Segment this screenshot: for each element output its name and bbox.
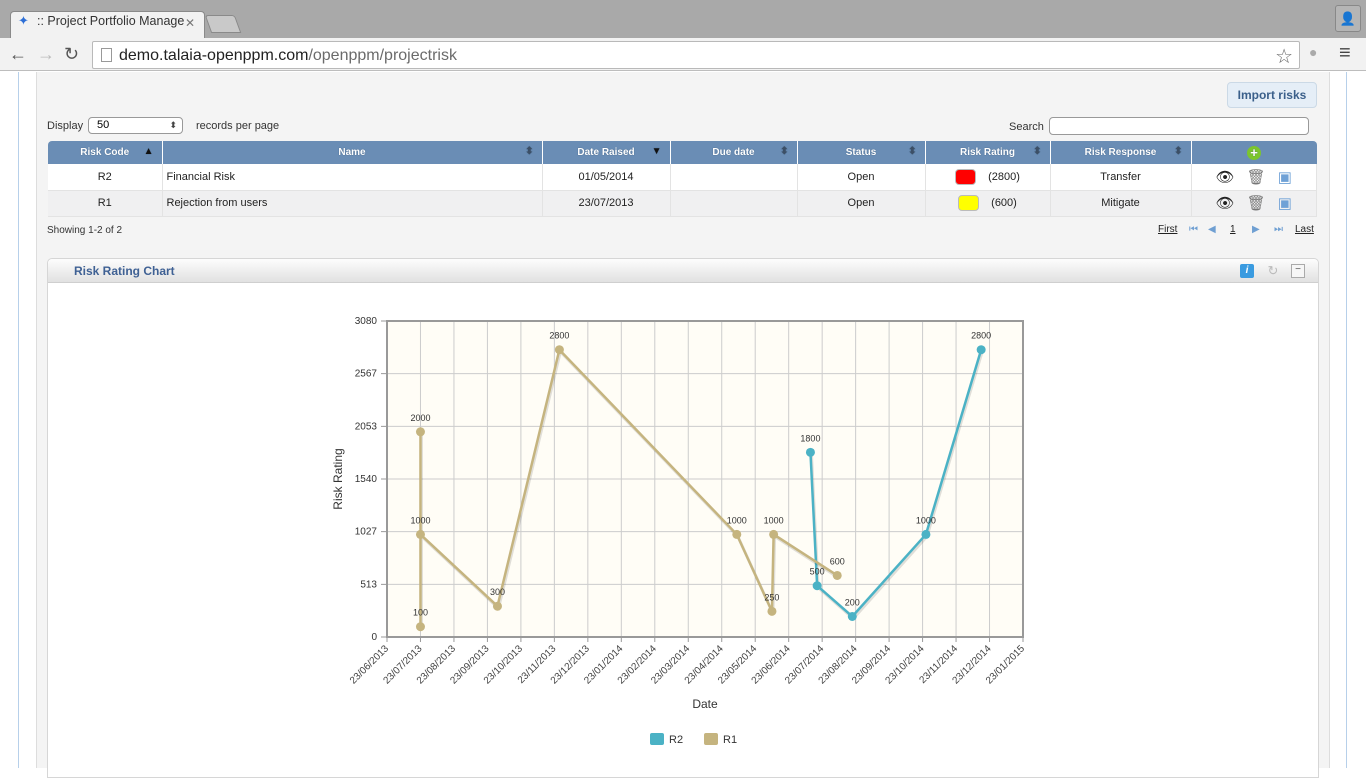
- data-point: [415, 427, 425, 437]
- data-label: 100: [413, 608, 428, 618]
- legend-swatch-R2: [650, 733, 664, 745]
- y-tick-label: 1540: [355, 474, 378, 485]
- data-label: 600: [830, 556, 845, 566]
- browser-toolbar: ← → ↻ demo.talaia-openppm.com/openppm/pr…: [0, 38, 1366, 71]
- browser-tabstrip: ✦ :: Project Portfolio Manage ✕ 👤: [0, 0, 1366, 39]
- data-label: 1800: [800, 433, 820, 443]
- page-icon: [101, 48, 112, 62]
- y-tick-label: 2567: [355, 369, 378, 380]
- data-point: [415, 622, 425, 632]
- reload-icon[interactable]: ↻: [64, 44, 79, 65]
- data-label: 300: [490, 587, 505, 597]
- tab-close-icon[interactable]: ✕: [185, 16, 195, 30]
- data-point: [921, 529, 931, 539]
- x-axis-label: Date: [692, 697, 718, 711]
- bookmark-star-icon[interactable]: ☆: [1275, 44, 1293, 69]
- legend-label-R2: R2: [669, 734, 683, 746]
- menu-icon[interactable]: ≡: [1339, 42, 1351, 65]
- data-point: [767, 606, 777, 616]
- legend-swatch-R1: [704, 733, 718, 745]
- tab-title: :: Project Portfolio Manage: [37, 14, 185, 28]
- data-point: [415, 529, 425, 539]
- y-tick-label: 513: [360, 579, 377, 590]
- data-point: [805, 447, 815, 457]
- back-icon[interactable]: ←: [9, 44, 27, 65]
- url-host: demo.talaia-openppm.com: [119, 47, 309, 64]
- legend-label-R1: R1: [723, 734, 737, 746]
- data-label: 2800: [971, 331, 991, 341]
- data-point: [769, 529, 779, 539]
- data-point: [832, 570, 842, 580]
- y-tick-label: 3080: [355, 316, 378, 327]
- data-label: 2000: [410, 413, 430, 423]
- y-axis-label: Risk Rating: [331, 448, 345, 509]
- data-point: [976, 345, 986, 355]
- y-tick-label: 2053: [355, 421, 378, 432]
- data-point: [732, 529, 742, 539]
- url-path: /openppm/projectrisk: [308, 47, 457, 64]
- data-point: [812, 581, 822, 591]
- data-label: 1000: [916, 515, 936, 525]
- y-tick-label: 0: [371, 632, 377, 643]
- openppm-logo-icon: ✦: [18, 13, 29, 28]
- data-label: 1000: [764, 515, 784, 525]
- data-point: [492, 601, 502, 611]
- data-label: 2800: [549, 331, 569, 341]
- forward-icon[interactable]: →: [37, 44, 55, 65]
- risk-rating-chart: 05131027154020532567308023/06/201323/07/…: [331, 316, 1027, 746]
- y-tick-label: 1027: [355, 527, 378, 538]
- data-point: [554, 345, 564, 355]
- page: Import risks Display 50 ⬍ records per pa…: [0, 72, 1366, 778]
- data-label: 250: [764, 592, 779, 602]
- extension-icon[interactable]: ●: [1309, 44, 1317, 60]
- profile-icon[interactable]: 👤: [1335, 5, 1361, 32]
- address-bar[interactable]: demo.talaia-openppm.com/openppm/projectr…: [92, 41, 1300, 69]
- data-label: 1000: [727, 515, 747, 525]
- data-point: [847, 611, 857, 621]
- data-label: 200: [845, 597, 860, 607]
- data-label: 1000: [410, 515, 430, 525]
- new-tab-button[interactable]: [204, 15, 242, 33]
